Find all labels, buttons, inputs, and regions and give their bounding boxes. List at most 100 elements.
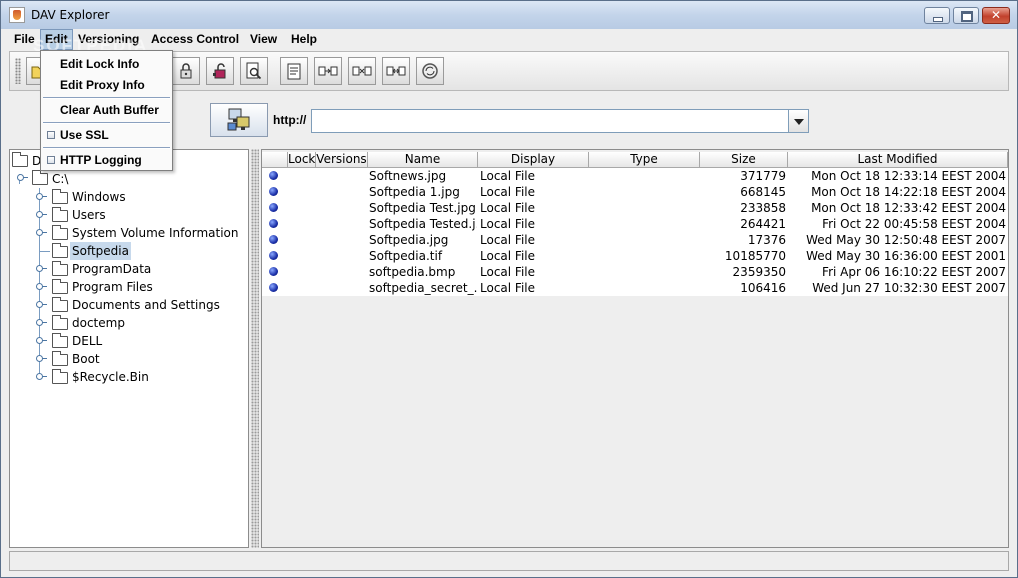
cell-size: 264421 — [740, 217, 786, 231]
cell-name: Softpedia Tested.j... — [369, 217, 477, 231]
expand-handle-icon[interactable] — [36, 211, 47, 220]
cell-modified: Wed Jun 27 10:32:30 EEST 2007 — [812, 281, 1006, 295]
tree-node-label: ProgramData — [72, 262, 152, 276]
menu-item-http-logging[interactable]: HTTP Logging — [60, 150, 142, 170]
properties-icon — [287, 63, 301, 80]
column-header-lock[interactable]: Lock — [288, 152, 316, 168]
cell-size: 2359350 — [732, 265, 786, 279]
menu-item-use-ssl[interactable]: Use SSL — [60, 125, 109, 145]
expand-handle-icon[interactable] — [36, 319, 47, 328]
table-row[interactable]: softpedia.bmp Local File 2359350 Fri Apr 06… — [262, 264, 1008, 280]
http-logging-checkbox[interactable] — [47, 156, 55, 164]
lock-icon — [180, 63, 192, 79]
tree-node-label: $Recycle.Bin — [72, 370, 149, 384]
menu-item-edit-lock-info[interactable]: Edit Lock Info — [60, 54, 139, 74]
menu-item-clear-auth-buffer[interactable]: Clear Auth Buffer — [60, 100, 159, 120]
cell-display: Local File — [480, 281, 535, 295]
toolbar-grip[interactable] — [15, 58, 21, 84]
folder-icon — [52, 297, 68, 312]
local-file-status-icon — [269, 187, 278, 196]
split-pane-divider[interactable] — [251, 149, 259, 548]
unlock-button[interactable] — [206, 57, 234, 85]
table-row[interactable]: Softpedia Tested.j... Local File 264421 Fri… — [262, 216, 1008, 232]
column-header-last-modified[interactable]: Last Modified — [788, 152, 1008, 168]
column-header-name[interactable]: Name — [368, 152, 478, 168]
cell-display: Local File — [480, 217, 535, 231]
expand-handle-icon[interactable] — [36, 337, 47, 346]
table-row[interactable]: Softpedia 1.jpg Local File 668145 Mon Oct 1… — [262, 184, 1008, 200]
file-table[interactable]: Lock Versions Name Display Type Size Las… — [261, 149, 1009, 548]
expand-handle-icon[interactable] — [36, 283, 47, 292]
collapse-handle-icon[interactable] — [17, 174, 28, 183]
folder-icon — [52, 279, 68, 294]
minimize-button[interactable] — [924, 7, 950, 24]
cell-name: Softnews.jpg — [369, 169, 447, 183]
link-button[interactable] — [382, 57, 410, 85]
menu-bar: File Edit Versioning Access Control View… — [1, 29, 1017, 50]
column-header-display[interactable]: Display — [478, 152, 589, 168]
column-header-type[interactable]: Type — [589, 152, 700, 168]
url-history-dropdown-button[interactable] — [789, 109, 809, 133]
cell-type — [591, 232, 699, 248]
local-file-status-icon — [269, 203, 278, 212]
column-header-versions[interactable]: Versions — [316, 152, 368, 168]
table-row[interactable]: Softpedia.jpg Local File 17376 Wed May 30 1… — [262, 232, 1008, 248]
cell-name: Softpedia Test.jpg — [369, 201, 476, 215]
tree-node-label: doctemp — [72, 316, 125, 330]
table-row[interactable]: softpedia_secret_... Local File 106416 Wed … — [262, 280, 1008, 296]
cell-modified: Mon Oct 18 12:33:42 EEST 2004 — [811, 201, 1006, 215]
menu-view[interactable]: View — [246, 29, 281, 50]
menu-item-edit-proxy-info[interactable]: Edit Proxy Info — [60, 75, 145, 95]
table-body: Softnews.jpg Local File 371779 Mon Oct 18 1… — [262, 168, 1008, 296]
cell-display: Local File — [480, 185, 535, 199]
use-ssl-checkbox[interactable] — [47, 131, 55, 139]
move-button[interactable] — [348, 57, 376, 85]
expand-handle-icon[interactable] — [36, 229, 47, 238]
tree-node-label: DELL — [72, 334, 103, 348]
tree-node-label: Windows — [72, 190, 126, 204]
cell-type — [591, 184, 699, 200]
url-input[interactable] — [311, 109, 789, 133]
tree-node-label: Program Files — [72, 280, 153, 294]
table-row[interactable]: Softnews.jpg Local File 371779 Mon Oct 18 1… — [262, 168, 1008, 184]
maximize-button[interactable] — [953, 7, 979, 24]
cell-modified: Mon Oct 18 14:22:18 EEST 2004 — [811, 185, 1006, 199]
lock-button[interactable] — [172, 57, 200, 85]
title-bar[interactable]: DAV Explorer ✕ — [1, 1, 1017, 30]
expand-handle-icon[interactable] — [36, 301, 47, 310]
column-header-size[interactable]: Size — [700, 152, 788, 168]
tree-node-label: System Volume Information — [72, 226, 239, 240]
link-icon — [386, 66, 406, 76]
menu-access-control[interactable]: Access Control — [147, 29, 243, 50]
properties-button[interactable] — [280, 57, 308, 85]
cell-size: 371779 — [740, 169, 786, 183]
expand-handle-icon[interactable] — [36, 355, 47, 364]
expand-handle-icon[interactable] — [36, 373, 47, 382]
connect-button[interactable] — [210, 103, 268, 137]
menu-help[interactable]: Help — [287, 29, 321, 50]
view-button[interactable] — [240, 57, 268, 85]
close-button[interactable]: ✕ — [982, 7, 1010, 24]
window-title: DAV Explorer — [31, 8, 110, 22]
refresh-button[interactable] — [416, 57, 444, 85]
menu-separator — [43, 147, 170, 149]
cell-size: 10185770 — [724, 249, 786, 263]
copy-button[interactable] — [314, 57, 342, 85]
table-row[interactable]: Softpedia Test.jpg Local File 233858 Mon Oc… — [262, 200, 1008, 216]
file-tree[interactable]: D C:\ Windows Users System Volume Informat… — [9, 149, 249, 548]
folder-icon — [52, 225, 68, 240]
cell-display: Local File — [480, 265, 535, 279]
tree-connector — [40, 251, 50, 252]
expand-handle-icon[interactable] — [36, 265, 47, 274]
tree-node-label: Softpedia — [70, 242, 131, 260]
table-row[interactable]: Softpedia.tif Local File 10185770 Wed May 3… — [262, 248, 1008, 264]
cell-name: softpedia.bmp — [369, 265, 456, 279]
tree-node-label: C:\ — [52, 172, 69, 186]
expand-handle-icon[interactable] — [36, 193, 47, 202]
cell-display: Local File — [480, 249, 535, 263]
move-icon — [352, 66, 372, 76]
cell-modified: Fri Oct 22 00:45:58 EEST 2004 — [822, 217, 1006, 231]
local-file-status-icon — [269, 235, 278, 244]
column-header-icon[interactable] — [262, 152, 288, 168]
local-file-status-icon — [269, 267, 278, 276]
